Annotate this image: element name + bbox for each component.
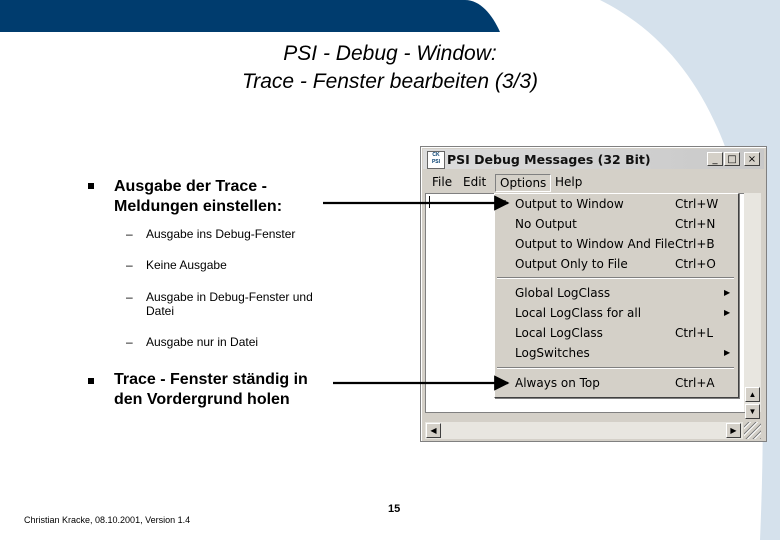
- footer-author: Christian Kracke, 08.10.2001, Version 1.…: [24, 515, 191, 525]
- page-number: 15: [388, 503, 401, 515]
- connector-arrows: [323, 195, 510, 391]
